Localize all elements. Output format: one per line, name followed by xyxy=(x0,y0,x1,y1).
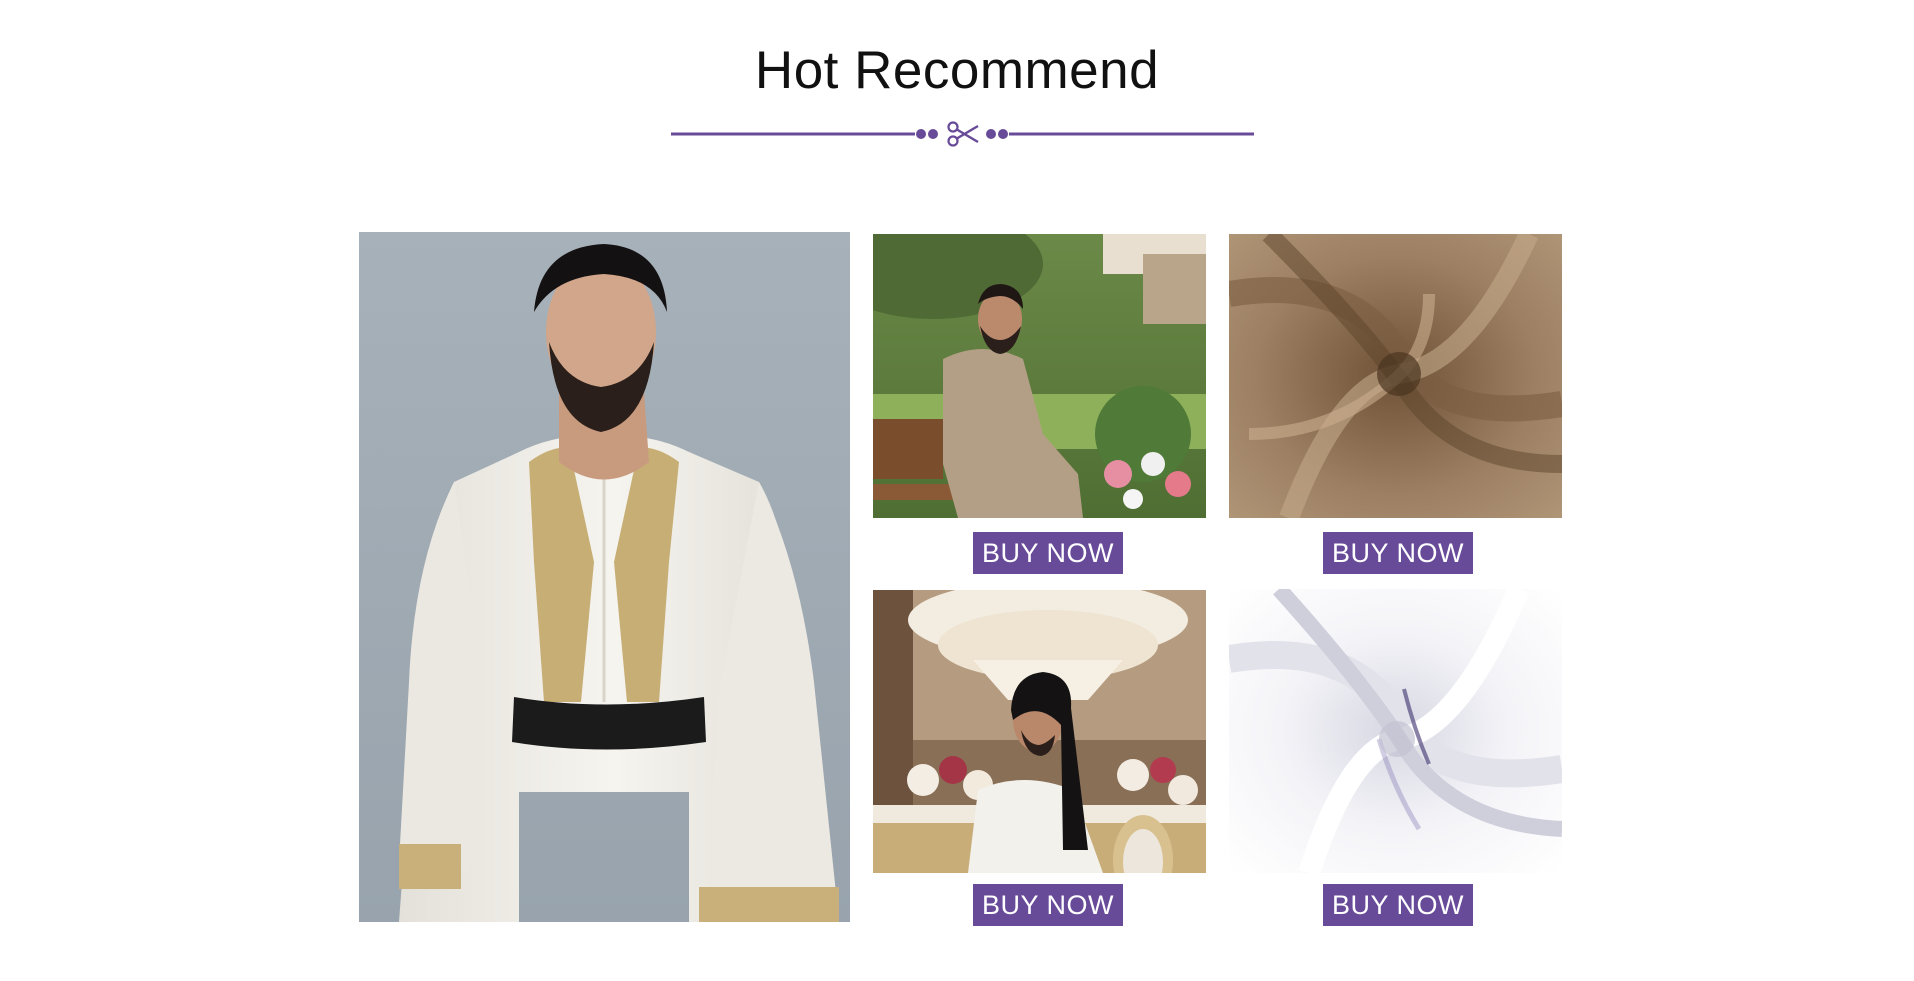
scissors-icon xyxy=(947,121,979,147)
section-divider xyxy=(671,121,1254,147)
featured-product-image[interactable] xyxy=(359,232,850,922)
product-image-white-satin[interactable] xyxy=(1229,589,1562,873)
buy-now-button-3[interactable]: BUY NOW xyxy=(973,884,1123,926)
buy-now-button-1[interactable]: BUY NOW xyxy=(973,532,1123,574)
buy-now-button-2[interactable]: BUY NOW xyxy=(1323,532,1473,574)
buy-now-button-4[interactable]: BUY NOW xyxy=(1323,884,1473,926)
product-image-banquet[interactable] xyxy=(873,590,1206,873)
hot-recommend-section: Hot Recommend BUY NOW BUY NOW BUY NOW BU… xyxy=(0,0,1914,981)
product-image-brown-fabric[interactable] xyxy=(1229,234,1562,518)
product-image-garden[interactable] xyxy=(873,234,1206,518)
section-title: Hot Recommend xyxy=(754,41,1160,100)
